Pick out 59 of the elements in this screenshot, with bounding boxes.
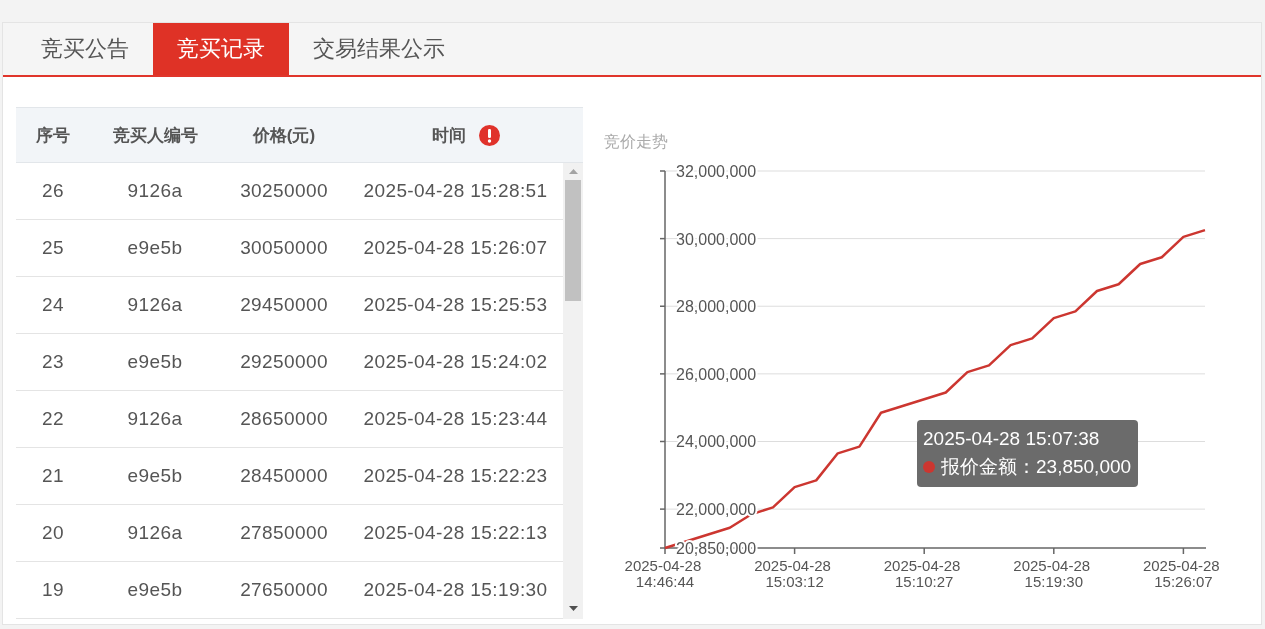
column-header: 序号	[36, 124, 70, 147]
table-cell-text: 20	[41, 521, 65, 545]
y-tick-label: 32,000,000	[676, 163, 757, 180]
table-cell-text: 23	[41, 350, 65, 374]
chart-title: 竞价走势	[604, 133, 668, 150]
table-cell-text: e9e5b	[126, 236, 184, 260]
series-dot-icon	[923, 461, 935, 473]
scrollbar-thumb[interactable]	[565, 180, 581, 301]
table-cell-text: 9126a	[126, 179, 184, 203]
y-tick-label: 30,000,000	[676, 230, 757, 248]
exclamation-icon[interactable]	[478, 124, 500, 146]
table-cell-text: 9126a	[126, 521, 184, 545]
table-cell-text: 29250000	[239, 350, 329, 374]
table-cell-text: 2025-04-28 15:22:13	[362, 521, 549, 545]
up-arrow-icon[interactable]	[568, 169, 578, 174]
y-tick-label: 28,000,000	[676, 298, 757, 316]
column-header: 价格(元)	[252, 124, 316, 147]
table-cell-text: 2025-04-28 15:24:02	[362, 350, 549, 374]
table-cell-text: 2025-04-28 15:25:53	[362, 293, 549, 317]
table-cell-text: 28650000	[239, 407, 329, 431]
y-tick-label: 24,000,000	[676, 433, 757, 451]
table-cell-text: 30050000	[239, 236, 329, 260]
table-cell-text: 21	[41, 464, 65, 488]
tooltip-value: 报价金额：23,850,000	[941, 455, 1132, 479]
tab[interactable]: 交易结果公示	[289, 23, 469, 75]
tab[interactable]: 竞买记录	[153, 23, 289, 75]
y-tick-label: 22,000,000	[676, 501, 757, 519]
table-cell-text: 2025-04-28 15:22:23	[362, 464, 549, 488]
table-cell-text: 2025-04-28 15:28:51	[362, 179, 549, 203]
table-cell-text: 2025-04-28 15:26:07	[362, 236, 549, 260]
table-cell-text: 19	[41, 578, 65, 602]
table-cell-text: 29450000	[239, 293, 329, 317]
scrollbar[interactable]	[563, 163, 583, 619]
table-cell-text: 2025-04-28 15:23:44	[362, 407, 549, 431]
table-cell-text: e9e5b	[126, 350, 184, 374]
tooltip-title: 2025-04-28 15:07:38	[923, 427, 1101, 451]
table-cell-text: e9e5b	[126, 578, 184, 602]
x-tick-label: 2025-04-28 15:10:27	[883, 557, 961, 590]
x-tick-label: 2025-04-28 14:46:44	[624, 557, 702, 590]
table-cell-text: 27850000	[239, 521, 329, 545]
table-cell-text: 2025-04-28 15:19:30	[362, 578, 549, 602]
table-cell-text: e9e5b	[126, 464, 184, 488]
table-cell-text: 9126a	[126, 407, 184, 431]
column-header: 竞买人编号	[112, 124, 198, 147]
x-tick-label: 2025-04-28 15:19:30	[1013, 557, 1091, 590]
table-cell-text: 27650000	[239, 578, 329, 602]
table-cell-text: 25	[41, 236, 65, 260]
down-arrow-icon[interactable]	[568, 606, 578, 611]
x-tick-label: 2025-04-28 15:26:07	[1142, 557, 1220, 590]
table-cell-text: 22	[41, 407, 65, 431]
table-cell-text: 9126a	[126, 293, 184, 317]
table-cell-text: 28450000	[239, 464, 329, 488]
table-cell-text: 24	[41, 293, 65, 317]
table-cell-text: 26	[41, 179, 65, 203]
column-header: 时间	[431, 124, 466, 147]
table-cell-text: 30250000	[239, 179, 329, 203]
tab[interactable]: 竞买公告	[17, 23, 153, 75]
x-tick-label: 2025-04-28 15:03:12	[754, 557, 831, 590]
y-tick-label: 26,000,000	[676, 365, 757, 383]
